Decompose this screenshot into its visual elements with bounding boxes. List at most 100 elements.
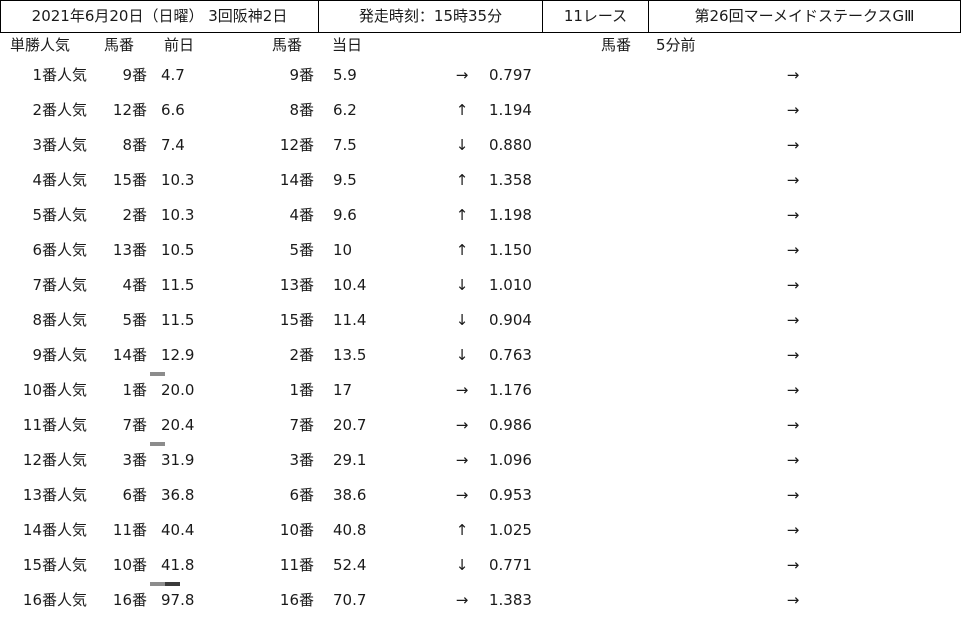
prev-day-odds-cell: 41.8 <box>161 556 195 574</box>
prev-horse-no-cell: 9番 <box>122 66 147 84</box>
prev-day-odds-cell: 11.5 <box>161 276 195 294</box>
five-min-trend-arrow-icon: → <box>786 451 800 469</box>
popularity-rank-cell: 8番人気 <box>32 311 87 329</box>
popularity-rank-cell: 14番人気 <box>22 521 87 539</box>
popularity-rank-cell: 10番人気 <box>22 381 87 399</box>
today-horse-no-cell: 13番 <box>279 276 314 294</box>
five-min-column-header: 5分前 <box>656 36 696 54</box>
race-number-cell: 11レース <box>542 0 648 33</box>
table-row: 10番人気 1番 20.0 1番 17 → 1.176 → <box>0 373 961 408</box>
race-name-cell: 第26回マーメイドステークスGⅢ <box>648 0 961 33</box>
trend-arrow-icon: ↓ <box>455 276 469 294</box>
prev-horse-no-cell: 3番 <box>122 451 147 469</box>
today-odds-cell: 10 <box>333 241 353 259</box>
popularity-rank-cell: 3番人気 <box>32 136 87 154</box>
today-horse-no-column-header: 馬番 <box>272 36 303 54</box>
today-odds-cell: 52.4 <box>333 556 367 574</box>
today-odds-cell: 17 <box>333 381 353 399</box>
popularity-rank-cell: 13番人気 <box>22 486 87 504</box>
today-horse-no-cell: 5番 <box>289 241 314 259</box>
prev-day-odds-cell: 40.4 <box>161 521 195 539</box>
prev-horse-no-cell: 10番 <box>112 556 147 574</box>
prev-horse-no-cell: 4番 <box>122 276 147 294</box>
today-column-header: 当日 <box>332 36 363 54</box>
prev-day-odds-cell: 7.4 <box>161 136 185 154</box>
prev-horse-no-cell: 2番 <box>122 206 147 224</box>
prev-day-odds-cell: 10.5 <box>161 241 195 259</box>
today-horse-no-cell: 11番 <box>279 556 314 574</box>
trend-arrow-icon: ↓ <box>455 556 469 574</box>
five-min-trend-arrow-icon: → <box>786 381 800 399</box>
today-odds-cell: 7.5 <box>333 136 357 154</box>
odds-table: 1番人気 9番 4.7 9番 5.9 → 0.797 → 2番人気 12番 6.6 8番 6.2 ↑ 1.1… <box>0 58 961 618</box>
today-odds-cell: 38.6 <box>333 486 367 504</box>
today-odds-cell: 10.4 <box>333 276 367 294</box>
five-min-horse-no-column-header: 馬番 <box>601 36 632 54</box>
popularity-rank-cell: 12番人気 <box>22 451 87 469</box>
today-odds-cell: 13.5 <box>333 346 367 364</box>
popularity-rank-cell: 1番人気 <box>32 66 87 84</box>
popularity-rank-cell: 9番人気 <box>32 346 87 364</box>
five-min-trend-arrow-icon: → <box>786 171 800 189</box>
trend-arrow-icon: → <box>455 451 469 469</box>
prev-day-odds-cell: 20.0 <box>161 381 195 399</box>
trend-arrow-icon: ↑ <box>455 171 469 189</box>
odds-ratio-cell: 0.880 <box>489 136 532 154</box>
table-row: 14番人気 11番 40.4 10番 40.8 ↑ 1.025 → <box>0 513 961 548</box>
today-horse-no-cell: 6番 <box>289 486 314 504</box>
prev-horse-no-cell: 11番 <box>112 521 147 539</box>
race-number-text: 11レース <box>563 7 628 25</box>
trend-arrow-icon: ↓ <box>455 346 469 364</box>
prev-day-column-header: 前日 <box>164 36 195 54</box>
table-row: 15番人気 10番 41.8 11番 52.4 ↓ 0.771 → <box>0 548 961 583</box>
odds-ratio-cell: 1.198 <box>489 206 532 224</box>
today-horse-no-cell: 7番 <box>289 416 314 434</box>
today-horse-no-cell: 4番 <box>289 206 314 224</box>
trend-arrow-icon: → <box>455 381 469 399</box>
popularity-rank-cell: 7番人気 <box>32 276 87 294</box>
today-odds-cell: 11.4 <box>333 311 367 329</box>
table-row: 6番人気 13番 10.5 5番 10 ↑ 1.150 → <box>0 233 961 268</box>
today-horse-no-cell: 10番 <box>279 521 314 539</box>
table-row: 5番人気 2番 10.3 4番 9.6 ↑ 1.198 → <box>0 198 961 233</box>
trend-arrow-icon: → <box>455 591 469 609</box>
five-min-trend-arrow-icon: → <box>786 521 800 539</box>
odds-ratio-cell: 0.953 <box>489 486 532 504</box>
odds-ratio-cell: 1.358 <box>489 171 532 189</box>
popularity-rank-cell: 15番人気 <box>22 556 87 574</box>
prev-horse-no-cell: 5番 <box>122 311 147 329</box>
prev-day-odds-cell: 97.8 <box>161 591 195 609</box>
today-odds-cell: 5.9 <box>333 66 357 84</box>
prev-day-odds-cell: 36.8 <box>161 486 195 504</box>
indicator-bar <box>150 442 165 446</box>
prev-day-odds-cell: 10.3 <box>161 171 195 189</box>
today-odds-cell: 29.1 <box>333 451 367 469</box>
five-min-trend-arrow-icon: → <box>786 486 800 504</box>
five-min-trend-arrow-icon: → <box>786 556 800 574</box>
prev-day-odds-cell: 10.3 <box>161 206 195 224</box>
odds-ratio-cell: 0.904 <box>489 311 532 329</box>
odds-ratio-cell: 0.986 <box>489 416 532 434</box>
prev-horse-no-cell: 13番 <box>112 241 147 259</box>
odds-ratio-cell: 1.150 <box>489 241 532 259</box>
prev-horse-no-cell: 7番 <box>122 416 147 434</box>
indicator-bar <box>165 582 180 586</box>
prev-horse-no-cell: 6番 <box>122 486 147 504</box>
trend-arrow-icon: → <box>455 486 469 504</box>
five-min-trend-arrow-icon: → <box>786 66 800 84</box>
table-row: 9番人気 14番 12.9 2番 13.5 ↓ 0.763 → <box>0 338 961 373</box>
popularity-rank-cell: 16番人気 <box>22 591 87 609</box>
post-time-cell: 発走時刻：15時35分 <box>318 0 542 33</box>
odds-ratio-cell: 1.025 <box>489 521 532 539</box>
five-min-trend-arrow-icon: → <box>786 136 800 154</box>
odds-ratio-cell: 1.194 <box>489 101 532 119</box>
five-min-trend-arrow-icon: → <box>786 101 800 119</box>
post-time-text: 発走時刻：15時35分 <box>358 7 503 25</box>
prev-horse-no-cell: 12番 <box>112 101 147 119</box>
race-header: 2021年6月20日（日曜） 3回阪神2日 発走時刻：15時35分 11レース … <box>0 0 961 33</box>
prev-day-odds-cell: 11.5 <box>161 311 195 329</box>
date-venue-text: 2021年6月20日（日曜） 3回阪神2日 <box>31 7 288 25</box>
trend-arrow-icon: ↓ <box>455 136 469 154</box>
odds-ratio-cell: 1.176 <box>489 381 532 399</box>
date-venue-cell: 2021年6月20日（日曜） 3回阪神2日 <box>0 0 318 33</box>
